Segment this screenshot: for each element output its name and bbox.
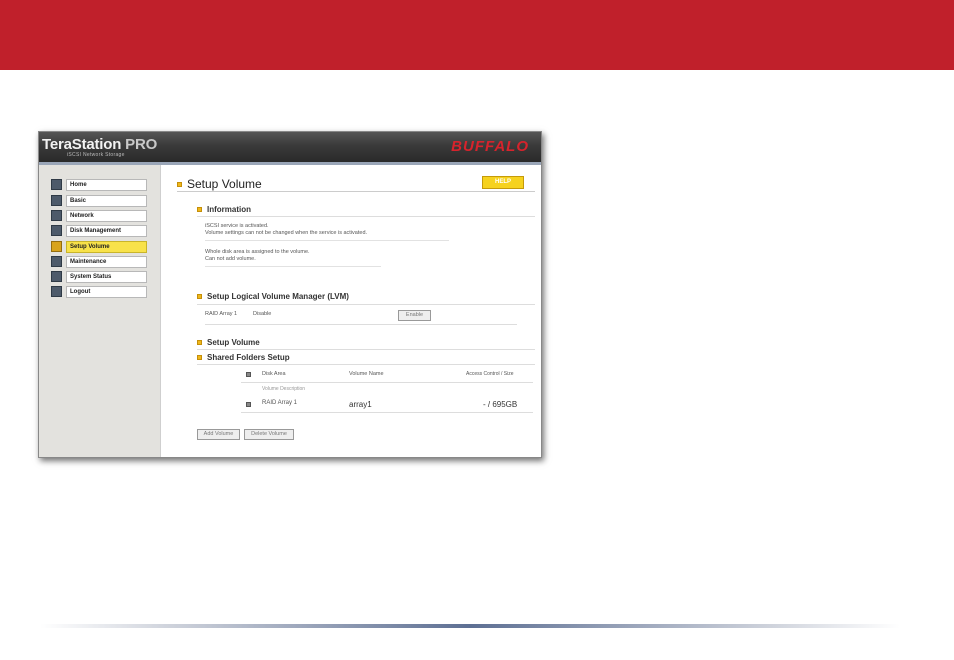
shared-folders-heading-text: Shared Folders Setup [207, 353, 290, 362]
bottom-divider [40, 624, 900, 628]
buffalo-logo: BUFFALO [451, 138, 529, 155]
bullet-icon [197, 355, 202, 361]
sidebar-item-logout[interactable]: Logout [51, 285, 147, 298]
sidebar-item-label: Setup Volume [66, 240, 147, 253]
sidebar-item-label: Basic [66, 194, 147, 207]
lvm-status: Disable [253, 311, 272, 317]
add-volume-button[interactable]: Add Volume [197, 429, 240, 440]
lvm-heading: Setup Logical Volume Manager (LVM) [197, 292, 349, 301]
select-all-checkbox[interactable] [246, 372, 251, 377]
sidebar-item-network[interactable]: Network [51, 209, 147, 222]
sidebar-item-label: Logout [66, 285, 147, 298]
network-icon [51, 210, 62, 221]
sidebar-item-maintenance[interactable]: Maintenance [51, 255, 147, 268]
divider [197, 364, 535, 365]
divider [205, 266, 381, 267]
divider [197, 216, 535, 217]
divider [241, 382, 533, 383]
sidebar-item-label: Network [66, 209, 147, 222]
logo-subtitle: iSCSI Network Storage [67, 152, 125, 158]
row-volume-name[interactable]: array1 [349, 400, 372, 409]
bullet-icon [197, 207, 202, 213]
information-heading-text: Information [207, 205, 251, 214]
main-panel: Setup Volume HELP Information iSCSI serv… [161, 165, 541, 457]
setup-volume-heading-text: Setup Volume [207, 338, 260, 347]
bullet-icon [177, 182, 182, 188]
information-heading: Information [197, 205, 251, 214]
lvm-array: RAID Array 1 [205, 311, 238, 317]
maintenance-icon [51, 256, 62, 267]
bullet-icon [197, 340, 202, 346]
sidebar-item-setup-volume[interactable]: Setup Volume [51, 240, 147, 253]
row-disk-area: RAID Array 1 [262, 400, 298, 406]
enable-button[interactable]: Enable [398, 310, 431, 321]
basic-icon [51, 195, 62, 206]
row-size: - / 695GB [483, 400, 518, 409]
help-button[interactable]: HELP [482, 176, 524, 189]
divider [241, 412, 533, 413]
sidebar-item-label: Maintenance [66, 255, 147, 268]
divider [197, 304, 535, 305]
logo-pro: PRO [125, 136, 158, 153]
terastation-header: TeraStation PRO iSCSI Network Storage BU… [39, 132, 541, 162]
lvm-heading-text: Setup Logical Volume Manager (LVM) [207, 292, 349, 301]
sidebar: Home Basic Network Disk Management Setup… [39, 165, 161, 457]
setup-volume-heading: Setup Volume [197, 338, 260, 347]
divider [197, 349, 535, 350]
bullet-icon [197, 294, 202, 300]
page-title: Setup Volume [177, 177, 262, 191]
sidebar-item-home[interactable]: Home [51, 178, 147, 191]
row-checkbox[interactable] [246, 402, 251, 407]
divider [205, 240, 449, 241]
volume-description-label: Volume Description [262, 386, 306, 392]
terastation-logo: TeraStation PRO [42, 136, 157, 153]
sidebar-item-label: Disk Management [66, 224, 147, 237]
info-line: iSCSI service is activated. [205, 223, 269, 229]
page-title-text: Setup Volume [187, 177, 262, 191]
column-header-disk-area: Disk Area [262, 371, 286, 377]
sidebar-item-system-status[interactable]: System Status [51, 270, 147, 283]
logo-main: TeraStation [42, 136, 122, 153]
divider [177, 191, 535, 192]
info-line: Volume settings can not be changed when … [205, 230, 368, 236]
top-banner [0, 0, 954, 70]
status-icon [51, 271, 62, 282]
sidebar-item-disk-management[interactable]: Disk Management [51, 224, 147, 237]
sidebar-item-label: Home [66, 178, 147, 191]
logout-icon [51, 286, 62, 297]
divider [205, 324, 517, 325]
sidebar-item-basic[interactable]: Basic [51, 194, 147, 207]
sidebar-item-label: System Status [66, 270, 147, 283]
column-header-volume-name: Volume Name [349, 371, 384, 377]
column-header-access-size: Access Control / Size [466, 371, 514, 377]
terastation-screenshot: TeraStation PRO iSCSI Network Storage BU… [38, 131, 542, 458]
delete-volume-button[interactable]: Delete Volume [244, 429, 294, 440]
disk-icon [51, 225, 62, 236]
volume-icon [51, 241, 62, 252]
shared-folders-heading: Shared Folders Setup [197, 353, 290, 362]
info-line: Can not add volume. [205, 256, 256, 262]
home-icon [51, 179, 62, 190]
info-line: Whole disk area is assigned to the volum… [205, 249, 310, 255]
